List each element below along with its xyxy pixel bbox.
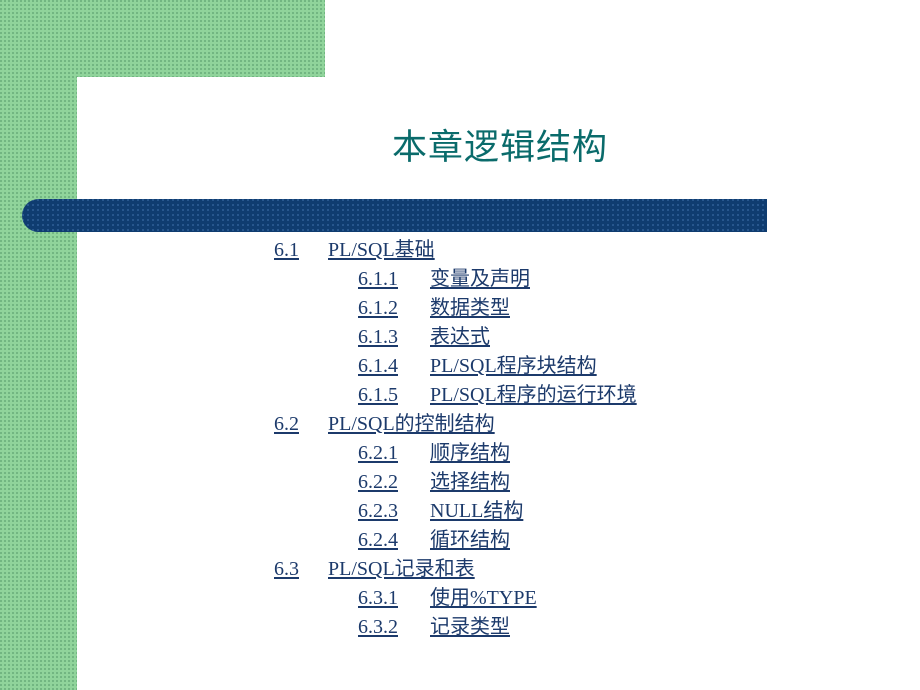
toc-entry-label: PL/SQL记录和表 <box>328 558 475 580</box>
toc-entry-label: NULL结构 <box>430 500 524 522</box>
toc-entry-label: 循环结构 <box>430 529 510 551</box>
decorative-green-top-band <box>0 0 325 77</box>
toc-entry[interactable]: 6.3 PL/SQL记录和表 <box>0 555 920 584</box>
toc-entry-label: 顺序结构 <box>430 442 510 464</box>
toc-entry[interactable]: 6.2.1 顺序结构 <box>0 439 920 468</box>
toc-entry[interactable]: 6.1.1 变量及声明 <box>0 265 920 294</box>
toc-entry-label: 表达式 <box>430 326 490 348</box>
toc-entry-number: 6.3.2 <box>358 616 398 638</box>
toc-entry[interactable]: 6.1 PL/SQL基础 <box>0 236 920 265</box>
toc-entry-number: 6.2.3 <box>358 500 398 522</box>
toc-entry-number: 6.1.3 <box>358 326 398 348</box>
slide-canvas: 本章逻辑结构 6.1 PL/SQL基础 6.1.1 变量及声明 6.1.2 数据类型 6.1… <box>0 0 920 690</box>
toc-entry[interactable]: 6.3.1 使用%TYPE <box>0 584 920 613</box>
table-of-contents: 6.1 PL/SQL基础 6.1.1 变量及声明 6.1.2 数据类型 6.1.3 表达式 6.… <box>0 236 920 642</box>
toc-entry-label: PL/SQL程序的运行环境 <box>430 384 637 406</box>
title-underline-bar <box>22 199 767 232</box>
toc-entry-number: 6.1.2 <box>358 297 398 319</box>
toc-entry-label: 选择结构 <box>430 471 510 493</box>
toc-entry[interactable]: 6.1.4 PL/SQL程序块结构 <box>0 352 920 381</box>
toc-entry-number: 6.1.5 <box>358 384 398 406</box>
toc-entry[interactable]: 6.2.3 NULL结构 <box>0 497 920 526</box>
toc-entry-number: 6.2.2 <box>358 471 398 493</box>
toc-entry-label: 数据类型 <box>430 297 510 319</box>
toc-entry[interactable]: 6.1.3 表达式 <box>0 323 920 352</box>
toc-entry-number: 6.3.1 <box>358 587 398 609</box>
toc-entry-label: 使用%TYPE <box>430 587 537 609</box>
toc-entry[interactable]: 6.2.4 循环结构 <box>0 526 920 555</box>
toc-entry[interactable]: 6.2.2 选择结构 <box>0 468 920 497</box>
toc-entry-number: 6.2 <box>274 413 299 435</box>
toc-entry-label: PL/SQL程序块结构 <box>430 355 597 377</box>
toc-entry-label: PL/SQL的控制结构 <box>328 413 495 435</box>
toc-entry[interactable]: 6.3.2 记录类型 <box>0 613 920 642</box>
toc-entry[interactable]: 6.1.2 数据类型 <box>0 294 920 323</box>
toc-entry[interactable]: 6.1.5 PL/SQL程序的运行环境 <box>0 381 920 410</box>
toc-entry-number: 6.1.4 <box>358 355 398 377</box>
toc-entry-number: 6.2.4 <box>358 529 398 551</box>
toc-entry-number: 6.1.1 <box>358 268 398 290</box>
toc-entry-number: 6.2.1 <box>358 442 398 464</box>
toc-entry-number: 6.1 <box>274 239 299 261</box>
toc-entry[interactable]: 6.2 PL/SQL的控制结构 <box>0 410 920 439</box>
toc-entry-number: 6.3 <box>274 558 299 580</box>
slide-title: 本章逻辑结构 <box>391 128 608 167</box>
toc-entry-label: 变量及声明 <box>430 268 530 290</box>
toc-entry-label: 记录类型 <box>430 616 510 638</box>
toc-entry-label: PL/SQL基础 <box>328 239 435 261</box>
